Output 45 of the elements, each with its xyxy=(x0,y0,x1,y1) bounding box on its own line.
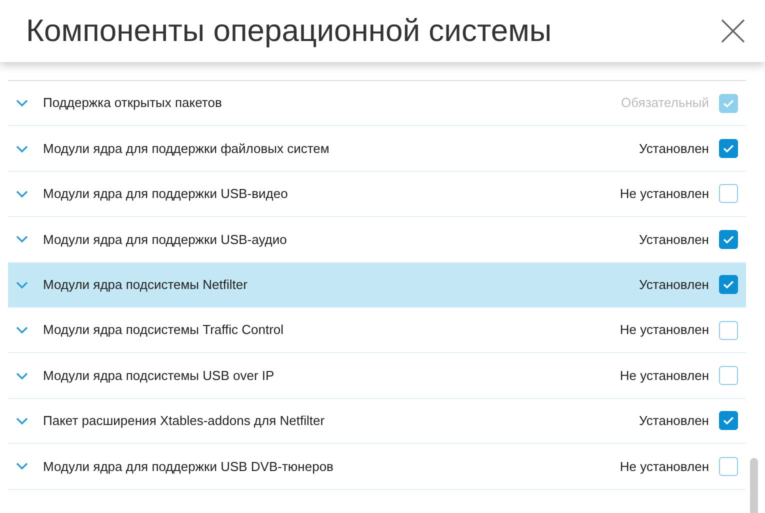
install-status: Установлен xyxy=(639,412,709,430)
install-status: Установлен xyxy=(639,276,709,294)
component-name: Модули ядра для поддержки USB-аудио xyxy=(43,230,288,249)
checkmark-icon xyxy=(723,280,734,290)
component-name: Модули ядра подсистемы Netfilter xyxy=(43,276,248,294)
component-name: Пакет расширения Xtables-addons для Netfilter xyxy=(43,412,326,430)
checkbox[interactable] xyxy=(719,275,738,294)
install-status: Не установлен xyxy=(620,185,709,204)
chevron-down-icon[interactable] xyxy=(16,326,28,334)
component-name: Модули ядра для поддержки файловых систем xyxy=(43,140,330,158)
install-status: Обязательный xyxy=(621,94,709,112)
checkbox[interactable] xyxy=(719,139,738,158)
component-name: Модули ядра подсистемы Traffic Control xyxy=(43,321,285,340)
chevron-down-icon[interactable] xyxy=(16,462,28,470)
install-status: Не установлен xyxy=(620,366,709,385)
chevron-down-icon[interactable] xyxy=(16,235,28,244)
install-status: Не установлен xyxy=(620,458,709,476)
checkmark-icon xyxy=(723,98,734,108)
scrollbar-thumb[interactable] xyxy=(750,458,758,513)
chevron-down-icon[interactable] xyxy=(16,372,28,380)
checkbox[interactable] xyxy=(719,320,738,340)
checkbox[interactable] xyxy=(719,230,738,249)
checkmark-icon xyxy=(723,416,734,426)
checkbox[interactable] xyxy=(719,366,738,386)
checkbox[interactable] xyxy=(719,184,738,204)
component-name: Модули ядра для поддержки USB-видео xyxy=(43,185,289,204)
component-row[interactable]: Пакет расширения Xtables-addons для Netfilter Установлен xyxy=(8,398,746,444)
checkbox[interactable] xyxy=(719,456,738,476)
chevron-down-icon[interactable] xyxy=(16,144,28,153)
checkmark-icon xyxy=(723,234,734,244)
component-name: Модули ядра подсистемы USB over IP xyxy=(43,366,276,385)
chevron-down-icon[interactable] xyxy=(16,416,28,425)
chevron-down-icon[interactable] xyxy=(16,190,28,198)
component-name: Поддержка открытых пакетов xyxy=(43,94,223,112)
component-row[interactable]: Модули ядра подсистемы Netfilter Установлен xyxy=(8,262,746,308)
close-button[interactable] xyxy=(719,17,747,45)
component-name: Модули ядра для поддержки USB DVB-тюнеров xyxy=(43,458,334,476)
checkmark-icon xyxy=(723,144,734,154)
install-status: Установлен xyxy=(639,140,709,158)
chevron-down-icon[interactable] xyxy=(16,280,28,289)
checkbox[interactable] xyxy=(719,411,738,430)
install-status: Установлен xyxy=(639,230,709,249)
close-icon xyxy=(720,18,746,44)
window-title: Компоненты операционной системы xyxy=(26,12,552,50)
install-status: Не установлен xyxy=(620,321,709,340)
